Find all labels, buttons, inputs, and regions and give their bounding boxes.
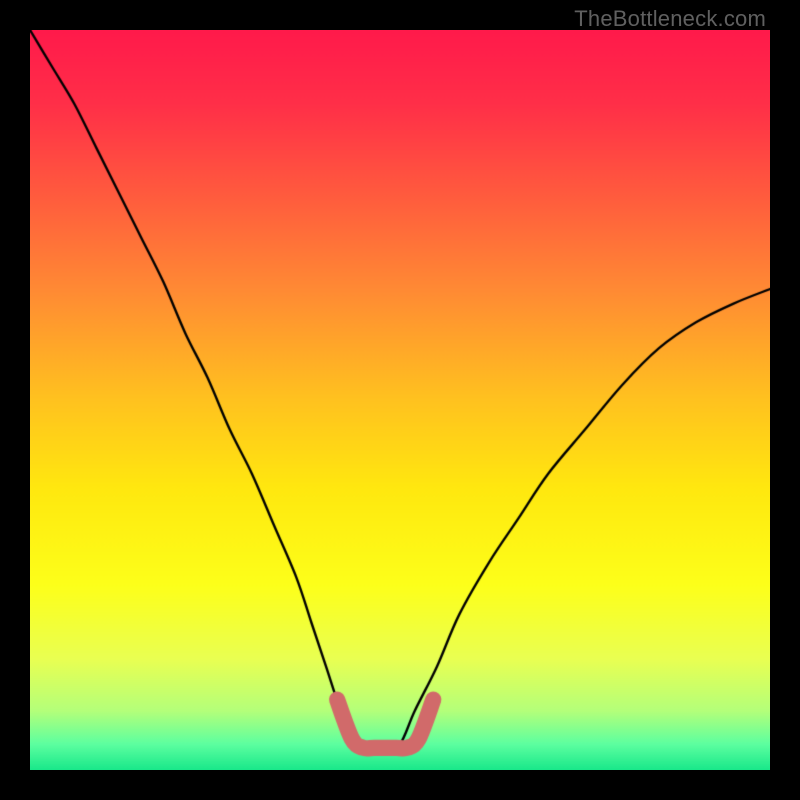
bottleneck-curve xyxy=(30,30,770,770)
chart-frame: TheBottleneck.com xyxy=(0,0,800,800)
plot-area xyxy=(30,30,770,770)
watermark-text: TheBottleneck.com xyxy=(574,6,766,32)
